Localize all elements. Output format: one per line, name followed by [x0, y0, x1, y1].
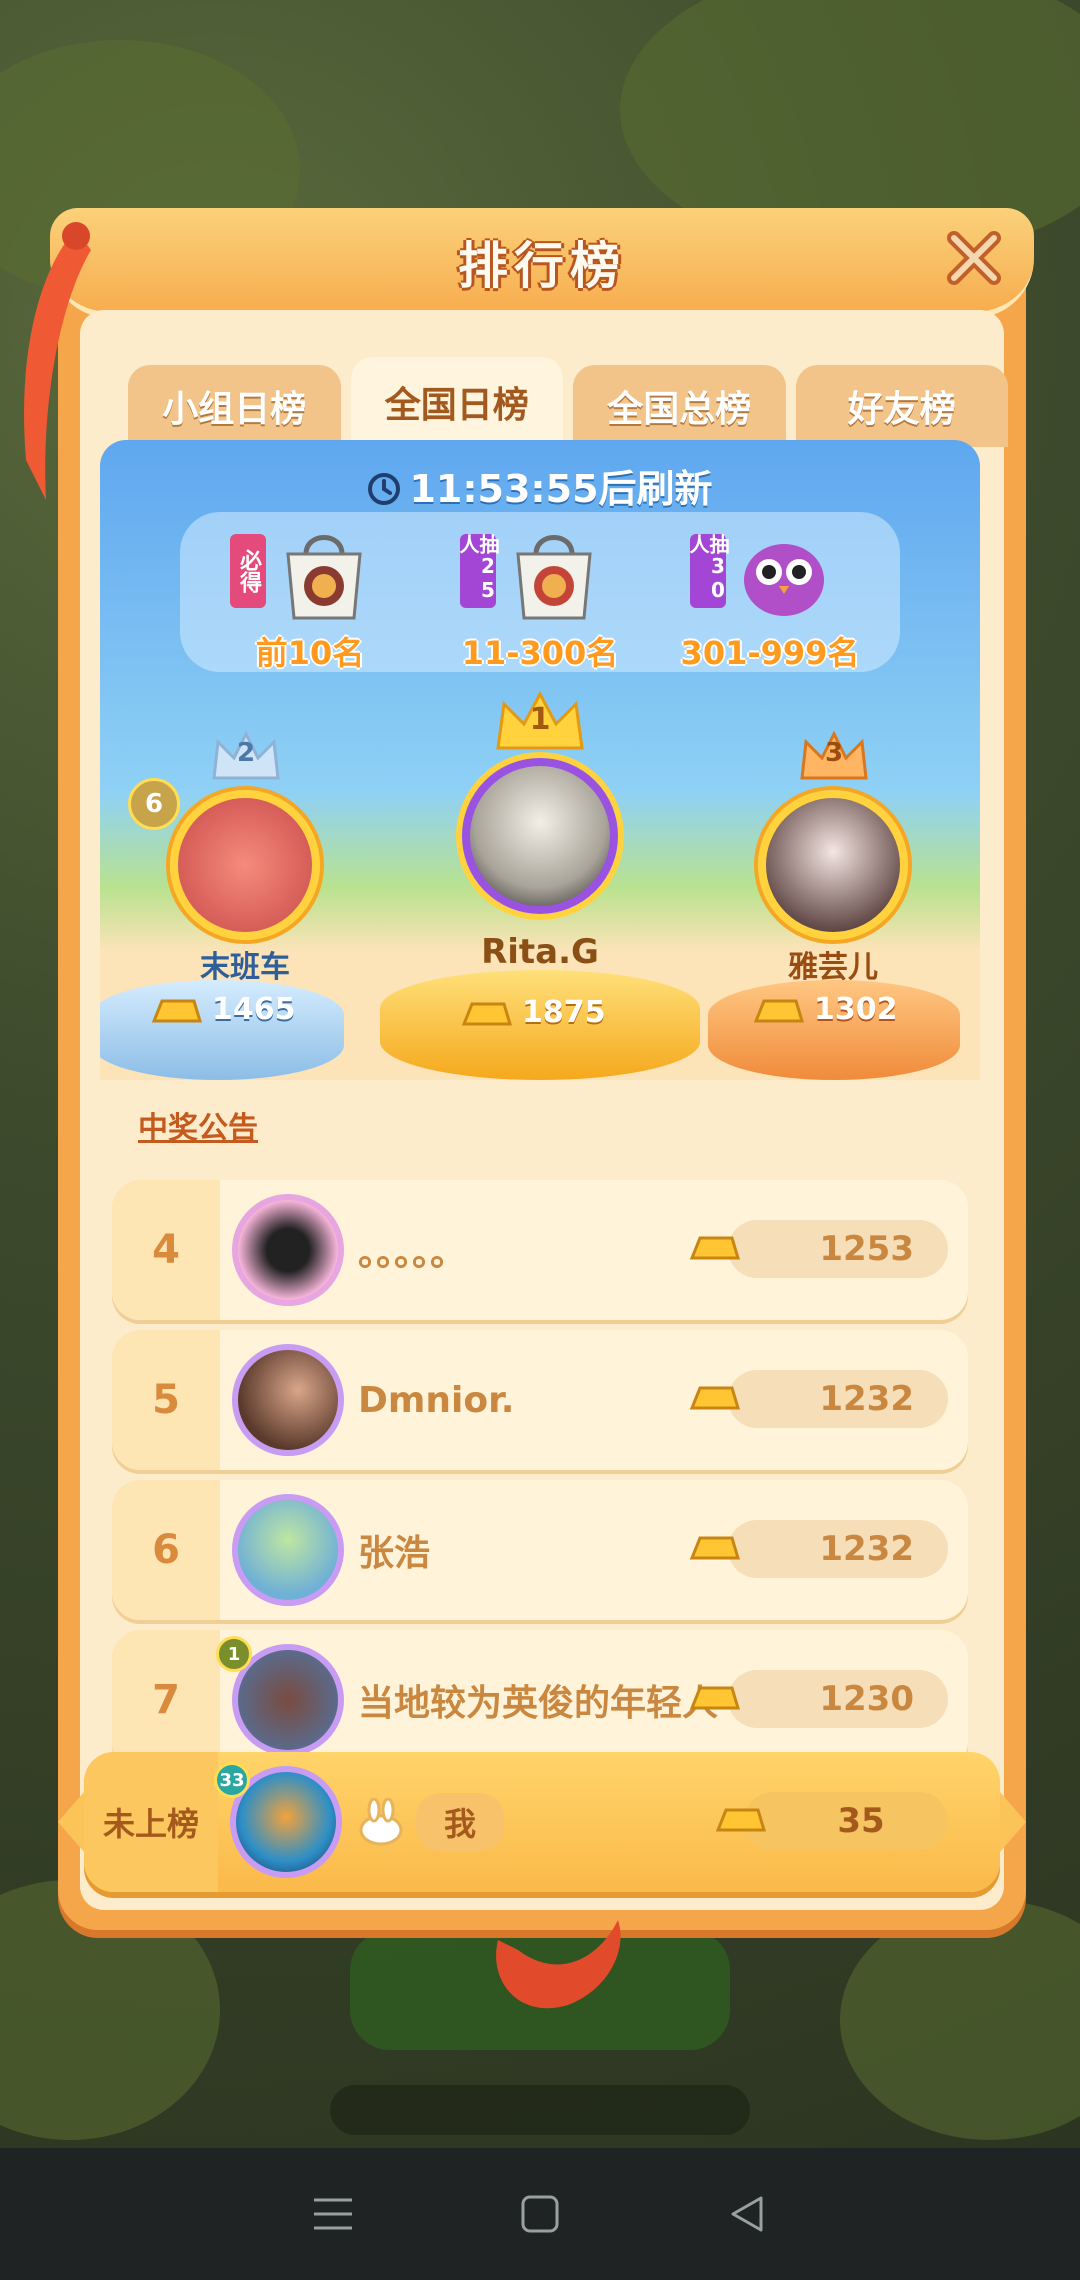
leaderboard-list: 4 。。。。。 1253 5 Dmnior. 1232 6 张浩 1232 7 …: [112, 1180, 968, 1780]
my-rank-row[interactable]: 未上榜 33 我 35: [58, 1752, 1026, 1892]
score-pill: 1232: [689, 1520, 948, 1578]
podium-rank-3: 3: [824, 738, 844, 768]
nav-home-button[interactable]: [510, 2184, 570, 2244]
score-value: 1232: [819, 1379, 914, 1419]
row-arrow-left: [58, 1792, 84, 1852]
row-arrow-right: [1000, 1792, 1026, 1852]
menu-icon: [314, 2198, 353, 2230]
background-strip: [330, 2085, 750, 2135]
level-badge: 6: [128, 778, 180, 830]
close-icon: [947, 231, 1001, 285]
score-pill: 1253: [689, 1220, 948, 1278]
timer-value: 11:53:55: [409, 467, 599, 511]
rank-number: 5: [112, 1330, 220, 1470]
my-score-pill: 35: [715, 1792, 948, 1850]
reward-11-300[interactable]: 抽25人 11-300名: [430, 520, 650, 672]
clock-icon: [368, 473, 401, 505]
level-badge: 33: [214, 1762, 250, 1798]
level-badge: 1: [216, 1636, 252, 1672]
list-item[interactable]: 6 张浩 1232: [112, 1480, 968, 1620]
score-pill: 1230: [689, 1670, 948, 1728]
list-item[interactable]: 5 Dmnior. 1232: [112, 1330, 968, 1470]
podium-rank-1: 1: [529, 702, 551, 737]
my-rank-label: 未上榜: [84, 1752, 218, 1892]
rank-number: 7: [112, 1630, 220, 1770]
reward-label: 前10名: [255, 634, 365, 672]
gold-bar-icon: [753, 999, 804, 1022]
avatar[interactable]: [232, 1194, 344, 1306]
podium-score-2: 1465: [150, 992, 296, 1027]
rank-number: 6: [112, 1480, 220, 1620]
gold-bar-icon: [689, 1386, 740, 1410]
gold-bar-icon: [689, 1686, 740, 1710]
reward-label: 11-300名: [461, 634, 619, 672]
score-value: 1253: [819, 1229, 914, 1269]
home-square-icon: [521, 2195, 559, 2233]
score-value: 1302: [814, 992, 898, 1027]
winner-announcement-link[interactable]: 中奖公告: [138, 1103, 258, 1147]
gold-bar-icon: [715, 1808, 766, 1832]
close-button[interactable]: [938, 222, 1010, 294]
gold-bar-icon: [151, 999, 202, 1022]
podium-panel: 11:53:55后刷新 必得 前10名 抽25人 11-300名 抽30人 30…: [100, 440, 980, 1080]
timer-suffix: 后刷新: [598, 467, 713, 511]
back-triangle-icon: [731, 2196, 763, 2232]
score-value: 1875: [522, 995, 606, 1030]
score-value: 1230: [819, 1679, 914, 1719]
avatar-rank-3[interactable]: [758, 790, 908, 940]
gift-bag-icon: [286, 535, 362, 620]
podium-name-2: 末班车: [200, 950, 290, 985]
reward-panel: 必得 前10名 抽25人 11-300名 抽30人 301-999名: [180, 512, 900, 672]
podium-score-3: 1302: [752, 992, 898, 1027]
nav-menu-button[interactable]: [303, 2184, 363, 2244]
gold-bar-icon: [689, 1236, 740, 1260]
avatar-rank-2[interactable]: [170, 790, 320, 940]
reward-tag: 抽25人: [456, 534, 500, 608]
gold-bar-icon: [461, 1002, 512, 1025]
nav-back-button[interactable]: [717, 2184, 777, 2244]
score-value: 1465: [212, 992, 296, 1027]
list-item[interactable]: 7 1 当地较为英俊的年轻人 1230: [112, 1630, 968, 1770]
podium-rank-2: 2: [236, 738, 256, 768]
podium-score-1: 1875: [460, 995, 606, 1030]
tab-national-daily[interactable]: 全国日榜: [350, 357, 563, 447]
ribbon-bottom-decoration: [496, 1920, 621, 2009]
owl-plush-icon: [744, 544, 824, 616]
reward-tag: 抽30人: [686, 534, 730, 608]
podium-name-1: Rita.G: [481, 932, 599, 972]
dialog-title: 排行榜: [458, 237, 626, 295]
avatar[interactable]: [232, 1494, 344, 1606]
avatar-rank-1[interactable]: [462, 758, 618, 914]
tab-group-daily[interactable]: 小组日榜: [128, 365, 341, 447]
me-tag: 我: [416, 1793, 505, 1851]
refresh-timer: 11:53:55后刷新: [100, 458, 980, 513]
score-value: 1232: [819, 1529, 914, 1569]
tab-national-total[interactable]: 全国总榜: [573, 365, 786, 447]
score-value: 35: [837, 1801, 885, 1841]
system-nav-bar: [0, 2148, 1080, 2280]
dialog-header: 排行榜: [50, 208, 1034, 318]
tab-bar: 小组日榜 全国日榜 全国总榜 好友榜: [128, 357, 1008, 447]
gift-bag-icon: [516, 535, 592, 620]
reward-tag: 必得: [230, 534, 266, 608]
reward-top10[interactable]: 必得 前10名: [200, 520, 420, 672]
list-item[interactable]: 4 。。。。。 1253: [112, 1180, 968, 1320]
reward-301-999[interactable]: 抽30人 301-999名: [660, 520, 880, 672]
rabbit-icon: [359, 1798, 403, 1846]
tab-friends[interactable]: 好友榜: [795, 365, 1008, 447]
reward-label: 301-999名: [680, 634, 860, 672]
avatar[interactable]: [232, 1344, 344, 1456]
rank-number: 4: [112, 1180, 220, 1320]
gold-bar-icon: [689, 1536, 740, 1560]
score-pill: 1232: [689, 1370, 948, 1428]
